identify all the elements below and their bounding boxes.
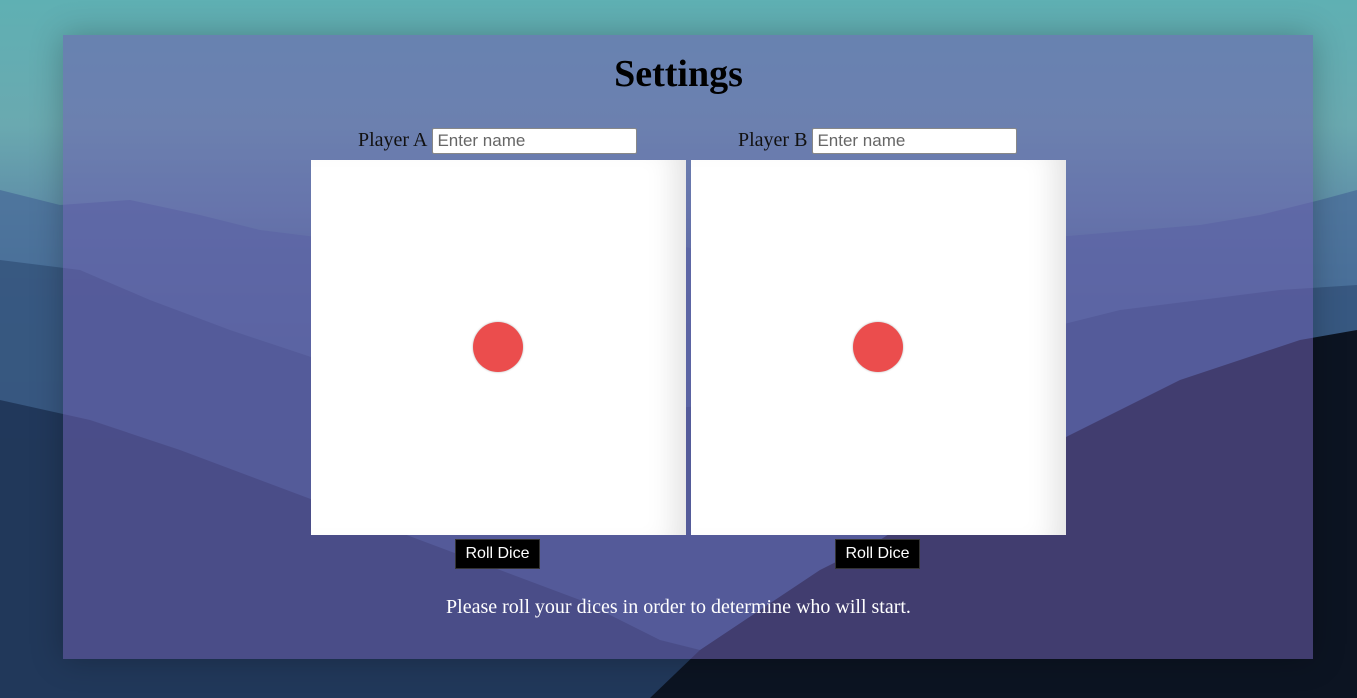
player-b-roll-dice-button[interactable]: Roll Dice [835, 539, 920, 569]
player-b-name-row: Player B [738, 127, 1018, 154]
die-pip-icon [473, 322, 523, 372]
settings-panel [63, 35, 1313, 659]
player-a-name-row: Player A [358, 127, 638, 154]
player-b-label: Player B [738, 129, 808, 151]
status-message: Please roll your dices in order to deter… [446, 596, 911, 618]
player-a-name-input[interactable] [432, 127, 638, 154]
player-b-die [691, 160, 1066, 535]
die-pip-icon [853, 322, 903, 372]
player-a-die [311, 160, 686, 535]
player-a-roll-dice-button[interactable]: Roll Dice [455, 539, 540, 569]
player-a-label: Player A [358, 129, 428, 151]
page-title: Settings [614, 53, 743, 95]
player-b-name-input[interactable] [812, 127, 1018, 154]
